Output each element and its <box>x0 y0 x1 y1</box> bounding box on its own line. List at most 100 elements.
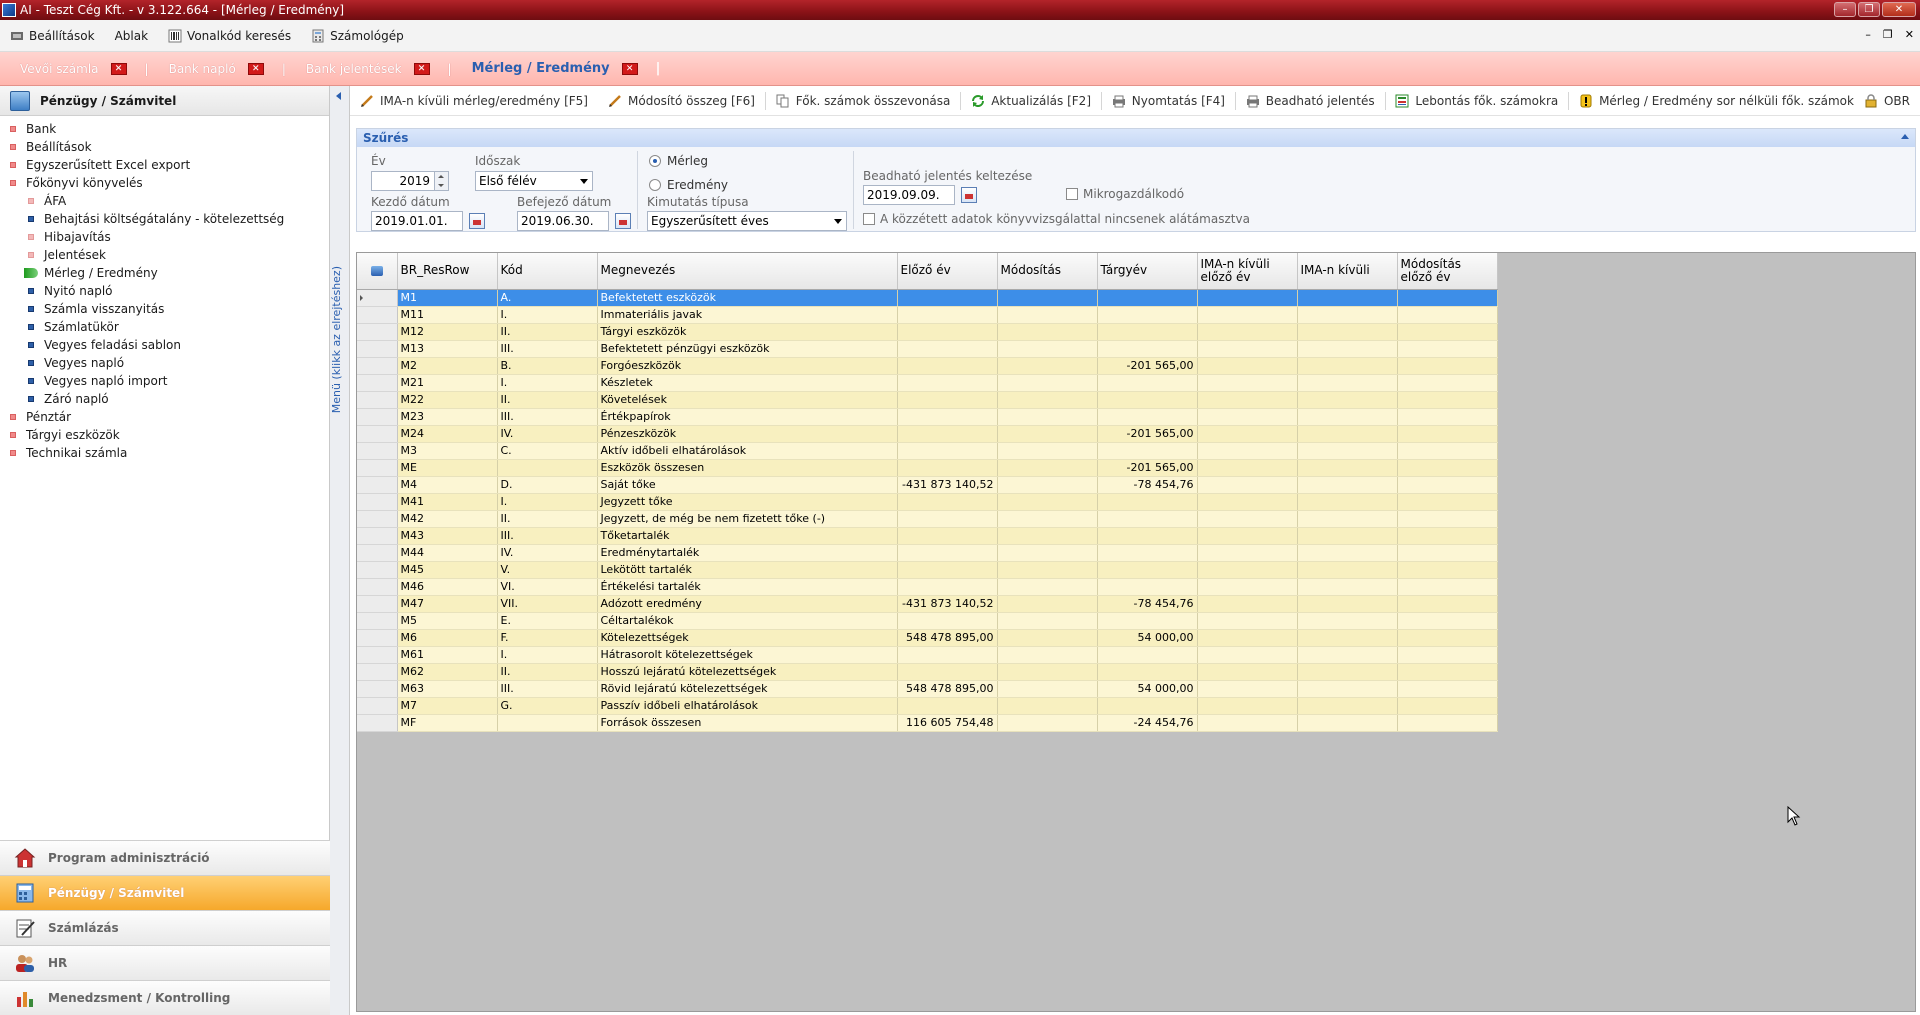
grid-cell[interactable] <box>1097 493 1198 511</box>
fok-szamok-osszevonasa-button[interactable]: Fők. számok összevonása <box>766 94 961 108</box>
tree-item-targyi-eszkozok[interactable]: Tárgyi eszközök <box>0 426 329 444</box>
row-header[interactable] <box>357 442 398 460</box>
grid-cell[interactable] <box>1097 646 1198 664</box>
grid-cell[interactable] <box>1297 374 1398 392</box>
tree-item-vegyes-feladasi-sablon[interactable]: Vegyes feladási sablon <box>0 336 329 354</box>
grid-cell[interactable] <box>1397 680 1498 698</box>
grid-cell[interactable] <box>897 646 998 664</box>
row-header[interactable] <box>357 612 398 630</box>
tab-vevoi-szamla[interactable]: Vevői számla ✕ | <box>0 52 149 86</box>
table-row[interactable]: M47 VII. Adózott eredmény -431 873 140,52 -7… <box>357 595 1498 613</box>
tree-item-fokonyvi-konyveles[interactable]: Főkönyvi könyvelés <box>0 174 329 192</box>
grid-cell[interactable] <box>1397 459 1498 477</box>
grid-cell[interactable] <box>1197 425 1298 443</box>
grid-cell[interactable] <box>1297 714 1398 732</box>
grid-cell[interactable] <box>1197 612 1298 630</box>
grid-cell[interactable] <box>997 476 1098 494</box>
grid-cell[interactable] <box>1297 459 1398 477</box>
grid-cell[interactable]: -431 873 140,52 <box>897 595 998 613</box>
grid-cell[interactable] <box>897 391 998 409</box>
column-header-kod[interactable]: Kód <box>497 253 598 290</box>
filter-header[interactable]: Szűrés <box>357 129 1915 147</box>
grid-cell[interactable] <box>997 697 1098 715</box>
row-header[interactable] <box>357 374 398 392</box>
grid-cell[interactable] <box>1397 425 1498 443</box>
maximize-button[interactable]: ❐ <box>1858 2 1880 17</box>
grid-cell[interactable]: -24 454,76 <box>1097 714 1198 732</box>
grid-cell[interactable]: Források összesen <box>597 714 898 732</box>
merleg-radio-label[interactable]: Mérleg <box>667 154 708 168</box>
grid-cell[interactable]: -201 565,00 <box>1097 357 1198 375</box>
menu-calculator[interactable]: Számológép <box>301 24 414 48</box>
tree-item-bank[interactable]: Bank <box>0 120 329 138</box>
grid-cell[interactable] <box>1297 476 1398 494</box>
grid-cell[interactable] <box>1097 442 1198 460</box>
grid-cell[interactable] <box>1097 323 1198 341</box>
beadhato-jelentes-button[interactable]: Beadható jelentés <box>1236 94 1385 108</box>
row-header[interactable] <box>357 578 398 596</box>
row-header[interactable] <box>357 357 398 375</box>
grid-cell[interactable]: G. <box>497 697 598 715</box>
grid-cell[interactable] <box>1297 323 1398 341</box>
grid-cell[interactable]: II. <box>497 663 598 681</box>
grid-cell[interactable] <box>897 425 998 443</box>
grid-cell[interactable] <box>1397 306 1498 324</box>
grid-cell[interactable] <box>1197 493 1298 511</box>
column-header-megnevezes[interactable]: Megnevezés <box>597 253 898 290</box>
grid-cell[interactable]: 548 478 895,00 <box>897 680 998 698</box>
grid-cell[interactable]: M43 <box>397 527 498 545</box>
grid-cell[interactable]: 54 000,00 <box>1097 680 1198 698</box>
audit-checkbox[interactable] <box>863 213 875 225</box>
grid-cell[interactable]: VI. <box>497 578 598 596</box>
grid-cell[interactable] <box>997 323 1098 341</box>
grid-cell[interactable]: -431 873 140,52 <box>897 476 998 494</box>
grid-cell[interactable]: MF <box>397 714 498 732</box>
period-select[interactable]: Első félév <box>475 171 593 191</box>
grid-cell[interactable]: M63 <box>397 680 498 698</box>
row-header[interactable] <box>357 340 398 358</box>
tree-item-hibajavitas[interactable]: Hibajavítás <box>0 228 329 246</box>
grid-cell[interactable] <box>1297 340 1398 358</box>
grid-cell[interactable] <box>1097 697 1198 715</box>
grid-cell[interactable] <box>1197 391 1298 409</box>
table-row[interactable]: M42 II. Jegyzett, de még be nem fizetett t… <box>357 510 1498 528</box>
grid-cell[interactable]: Rövid lejáratú kötelezettségek <box>597 680 898 698</box>
grid-cell[interactable]: Immateriális javak <box>597 306 898 324</box>
grid-cell[interactable] <box>1197 340 1298 358</box>
grid-cell[interactable] <box>997 357 1098 375</box>
row-header[interactable] <box>357 714 398 732</box>
grid-cell[interactable]: Jegyzett, de még be nem fizetett tőke (-… <box>597 510 898 528</box>
table-row[interactable]: M6 F. Kötelezettségek 548 478 895,00 54 000,… <box>357 629 1498 647</box>
grid-cell[interactable]: I. <box>497 646 598 664</box>
grid-cell[interactable] <box>1097 306 1198 324</box>
table-row[interactable]: M2 B. Forgóeszközök -201 565,00 <box>357 357 1498 375</box>
grid-cell[interactable] <box>1397 476 1498 494</box>
micro-enterprise-checkbox[interactable] <box>1066 188 1078 200</box>
grid-cell[interactable] <box>997 391 1098 409</box>
grid-cell[interactable] <box>1297 425 1398 443</box>
grid-cell[interactable] <box>1397 510 1498 528</box>
grid-cell[interactable]: I. <box>497 306 598 324</box>
table-row[interactable]: M13 III. Befektetett pénzügyi eszközök <box>357 340 1498 358</box>
nyomtatas-button[interactable]: Nyomtatás [F4] <box>1102 94 1235 108</box>
grid-cell[interactable]: M62 <box>397 663 498 681</box>
nav-szamlazas[interactable]: Számlázás <box>0 910 330 945</box>
row-header[interactable] <box>357 646 398 664</box>
grid-cell[interactable]: Értékelési tartalék <box>597 578 898 596</box>
minimize-button[interactable]: – <box>1834 2 1856 17</box>
nav-penzugy-szamvitel[interactable]: Pénzügy / Számvitel <box>0 875 330 910</box>
grid-cell[interactable]: Kötelezettségek <box>597 629 898 647</box>
grid-cell[interactable]: M44 <box>397 544 498 562</box>
grid-cell[interactable] <box>1197 459 1298 477</box>
tree-item-zaro-naplo[interactable]: Záró napló <box>0 390 329 408</box>
aktualizalas-button[interactable]: Aktualizálás [F2] <box>961 94 1101 108</box>
grid-cell[interactable]: Eredménytartalék <box>597 544 898 562</box>
grid-cell[interactable]: M41 <box>397 493 498 511</box>
table-row[interactable]: M21 I. Készletek <box>357 374 1498 392</box>
grid-cell[interactable] <box>1397 357 1498 375</box>
grid-cell[interactable]: 54 000,00 <box>1097 629 1198 647</box>
grid-cell[interactable]: V. <box>497 561 598 579</box>
grid-cell[interactable] <box>997 459 1098 477</box>
grid-cell[interactable] <box>1397 646 1498 664</box>
grid-cell[interactable] <box>897 357 998 375</box>
